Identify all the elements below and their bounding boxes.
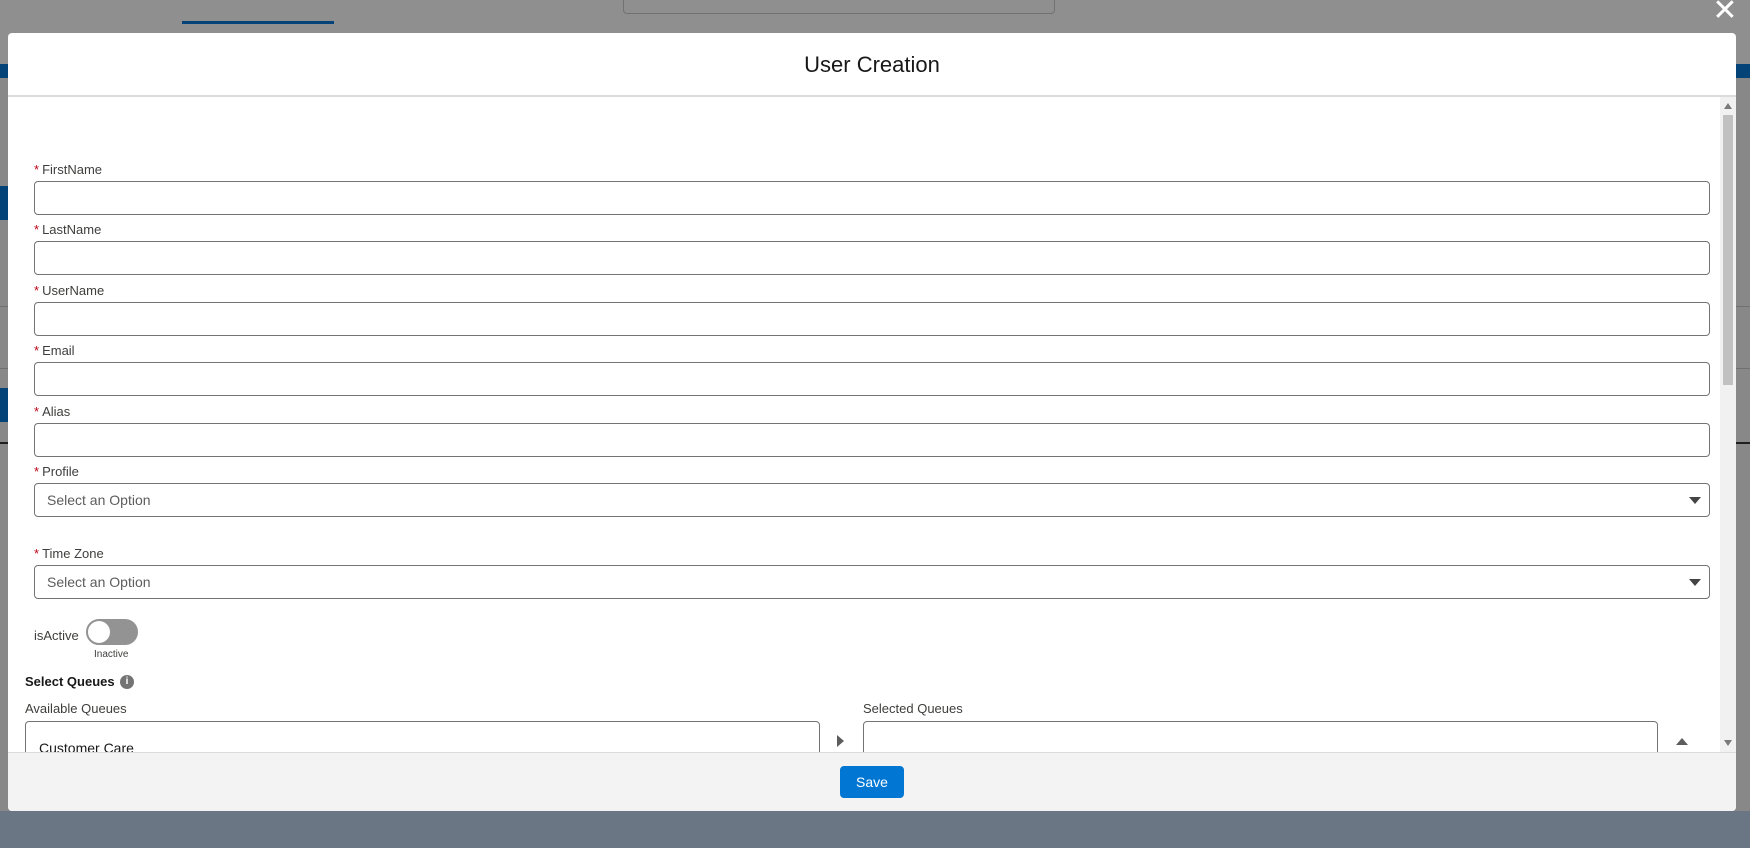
chevron-down-icon [1689, 497, 1701, 504]
first-name-input[interactable] [34, 181, 1710, 215]
modal-backdrop-bottom [0, 811, 1750, 848]
toggle-knob [88, 621, 110, 643]
profile-combobox[interactable]: Select an Option [34, 483, 1710, 517]
selected-queues-label: Selected Queues [863, 701, 963, 716]
email-label: * Email [34, 343, 75, 358]
is-active-state-text: Inactive [94, 649, 129, 660]
is-active-toggle[interactable] [86, 619, 138, 645]
available-queues-label: Available Queues [25, 701, 127, 716]
modal-footer: Save [8, 752, 1736, 811]
save-button[interactable]: Save [840, 766, 904, 798]
modal-scrollbar[interactable] [1720, 97, 1736, 752]
required-mark: * [34, 464, 40, 479]
required-mark: * [34, 222, 40, 237]
time-zone-combobox[interactable]: Select an Option [34, 565, 1710, 599]
alias-label: * Alias [34, 404, 71, 419]
first-name-label: * FirstName [34, 162, 103, 177]
last-name-input[interactable] [34, 241, 1710, 275]
first-name-field: * FirstName [34, 161, 1710, 215]
profile-selected-value: Select an Option [47, 492, 151, 508]
time-zone-field: * Time Zone Select an Option [34, 545, 1710, 599]
is-active-label: isActive [34, 628, 79, 643]
info-icon[interactable]: i [120, 675, 134, 689]
chevron-down-icon [1689, 579, 1701, 586]
modal-body: * FirstName * LastName * UserName * Email * A… [8, 97, 1720, 752]
user-creation-modal: User Creation * FirstName * LastName * User… [8, 33, 1736, 811]
last-name-label: * LastName [34, 222, 102, 237]
scroll-up-arrow-icon[interactable] [1724, 103, 1732, 109]
profile-field: * Profile Select an Option [34, 463, 1710, 517]
move-to-selected-icon[interactable] [837, 735, 844, 747]
selected-queues-listbox[interactable] [863, 721, 1658, 752]
profile-label: * Profile [34, 464, 79, 479]
user-name-input[interactable] [34, 302, 1710, 336]
required-mark: * [34, 404, 40, 419]
required-mark: * [34, 343, 40, 358]
email-field: * Email [34, 342, 1710, 396]
modal-title: User Creation [804, 52, 940, 77]
required-mark: * [34, 162, 40, 177]
select-queues-title: Select Queues [25, 674, 115, 689]
scrollbar-thumb[interactable] [1723, 115, 1733, 385]
email-input[interactable] [34, 362, 1710, 396]
last-name-field: * LastName [34, 221, 1710, 275]
time-zone-label: * Time Zone [34, 546, 104, 561]
alias-input[interactable] [34, 423, 1710, 457]
available-queues-listbox[interactable]: Customer Care [25, 721, 820, 752]
time-zone-selected-value: Select an Option [47, 574, 151, 590]
required-mark: * [34, 546, 40, 561]
user-name-label: * UserName [34, 283, 105, 298]
scroll-down-arrow-icon[interactable] [1724, 740, 1732, 746]
move-up-icon[interactable] [1676, 738, 1688, 745]
alias-field: * Alias [34, 403, 1710, 457]
user-name-field: * UserName [34, 282, 1710, 336]
modal-header: User Creation [8, 33, 1736, 97]
close-icon[interactable]: ✕ [1710, 0, 1740, 26]
list-item[interactable]: Customer Care [26, 736, 819, 752]
required-mark: * [34, 283, 40, 298]
